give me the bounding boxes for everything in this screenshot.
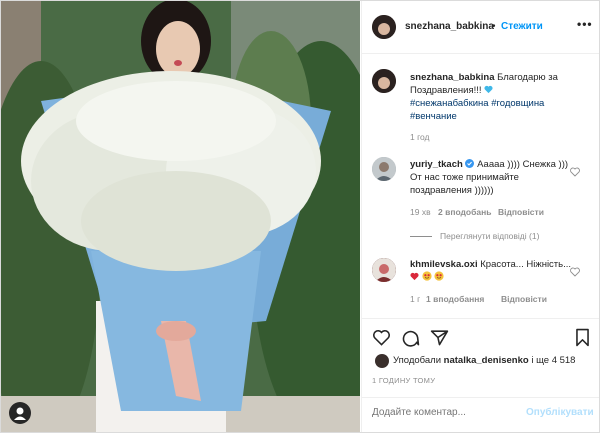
caption-username[interactable]: snezhana_babkina [410, 72, 494, 83]
likes-prefix: Уподобали [393, 355, 442, 366]
post-timestamp[interactable]: 1 ГОДИНУ ТОМУ [372, 376, 435, 385]
post-photo[interactable] [1, 1, 360, 432]
comment-icon[interactable] [401, 328, 420, 352]
like-comment-heart-icon[interactable] [570, 264, 580, 277]
caption-author-avatar[interactable] [372, 69, 396, 93]
heart-icon[interactable] [372, 328, 391, 352]
view-replies-label: Переглянути відповіді (1) [440, 231, 540, 241]
heart-eyes-emoji-icon [434, 271, 444, 283]
comment-input[interactable] [372, 407, 522, 418]
red-heart-icon [410, 272, 419, 283]
tagged-user-icon[interactable] [9, 402, 31, 424]
blue-heart-icon [484, 85, 493, 96]
caption-hashtags[interactable]: #снежанабабкина #годовщина #венчание [410, 98, 544, 122]
comment-1-likes[interactable]: 2 вподобань [438, 207, 491, 217]
commenter-avatar[interactable] [372, 258, 396, 282]
liker-avatar[interactable] [375, 354, 389, 368]
comment-2-username[interactable]: khmilevska.oxi [410, 259, 478, 270]
comment-2-time[interactable]: 1 г [410, 294, 420, 304]
heart-eyes-emoji-icon [422, 271, 432, 283]
author-avatar[interactable] [372, 15, 396, 39]
share-icon[interactable] [430, 328, 449, 352]
comment-2: khmilevska.oxi Красота... Ніжність... [410, 258, 575, 284]
comment-1-username[interactable]: yuriy_tkach [410, 159, 463, 170]
verified-badge-icon [465, 159, 475, 170]
likes-user[interactable]: natalka_denisenko [444, 355, 529, 366]
instagram-post-modal: snezhana_babkina • Стежити ••• snezhana_… [0, 0, 600, 433]
comment-1: yuriy_tkach Ааааа )))) Снежка ))) От нас… [410, 158, 575, 197]
comment-1-time[interactable]: 19 хв [410, 207, 431, 217]
post-side-panel: snezhana_babkina • Стежити ••• snezhana_… [361, 1, 599, 432]
comment-2-reply-button[interactable]: Відповісти [501, 294, 547, 304]
like-comment-heart-icon[interactable] [570, 164, 580, 177]
caption-time[interactable]: 1 год [410, 132, 430, 142]
post-header: snezhana_babkina • Стежити ••• [362, 1, 599, 54]
likes-suffix[interactable]: і ще 4 518 [531, 355, 575, 366]
likes-summary[interactable]: Уподобали natalka_denisenko і ще 4 518 [393, 355, 575, 366]
caption: snezhana_babkina Благодарю за Поздравлен… [410, 71, 590, 123]
photo-illustration [1, 1, 360, 432]
separator-dot: • [492, 21, 496, 32]
author-username[interactable]: snezhana_babkina [405, 21, 494, 32]
commenter-avatar[interactable] [372, 157, 396, 181]
bookmark-icon[interactable] [574, 328, 591, 352]
comment-2-text: Красота... Ніжність... [480, 259, 572, 270]
view-replies-button[interactable]: Переглянути відповіді (1) [410, 231, 539, 241]
follow-button[interactable]: Стежити [501, 21, 543, 32]
comment-1-reply-button[interactable]: Відповісти [498, 207, 544, 217]
replies-line [410, 236, 432, 238]
post-comment-button[interactable]: Опублікувати [526, 407, 594, 418]
more-options-icon[interactable]: ••• [577, 17, 593, 31]
comment-2-likes[interactable]: 1 вподобання [426, 294, 484, 304]
